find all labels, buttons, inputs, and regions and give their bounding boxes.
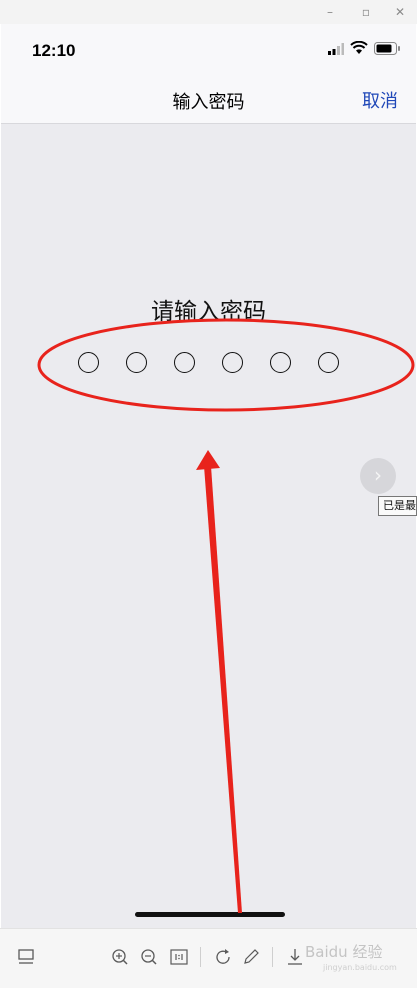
viewer-toolbar: Baidu 经验 jingyan.baidu.com xyxy=(0,928,417,988)
password-dots[interactable] xyxy=(78,352,341,374)
password-prompt: 请输入密码 xyxy=(151,299,266,325)
home-indicator[interactable] xyxy=(135,912,285,917)
phone-screen: 12:10 输入密码 取消 请输入密码 xyxy=(1,24,416,928)
rotate-icon[interactable] xyxy=(212,946,234,968)
next-image-button[interactable]: › xyxy=(360,458,396,494)
download-icon[interactable] xyxy=(284,946,306,968)
password-dot-6 xyxy=(318,352,339,373)
window-titlebar: – ▫ ✕ xyxy=(0,0,417,24)
tooltip: 已是最后一张 xyxy=(378,496,417,516)
signal-icon xyxy=(328,43,344,55)
toolbar-divider xyxy=(272,947,273,967)
watermark-text: Baidu 经验 xyxy=(305,943,383,961)
password-dot-2 xyxy=(126,352,147,373)
nav-bar: 输入密码 取消 xyxy=(1,74,416,124)
page-title: 输入密码 xyxy=(172,92,245,113)
battery-icon xyxy=(374,42,400,55)
edit-pencil-icon[interactable] xyxy=(240,946,262,968)
password-dot-3 xyxy=(174,352,195,373)
thumbnail-icon[interactable] xyxy=(15,946,37,968)
password-dot-4 xyxy=(222,352,243,373)
status-time: 12:10 xyxy=(32,41,76,60)
close-icon[interactable]: ✕ xyxy=(392,4,408,20)
zoom-out-icon[interactable] xyxy=(138,946,160,968)
zoom-in-icon[interactable] xyxy=(109,946,131,968)
maximize-icon[interactable]: ▫ xyxy=(358,4,374,20)
password-dot-5 xyxy=(270,352,291,373)
toolbar-divider xyxy=(200,947,201,967)
status-bar: 12:10 xyxy=(1,24,416,74)
minimize-icon[interactable]: – xyxy=(322,4,338,20)
actual-size-icon[interactable] xyxy=(168,946,190,968)
cancel-button[interactable]: 取消 xyxy=(362,87,398,113)
watermark: Baidu 经验 jingyan.baidu.com xyxy=(305,941,415,977)
wifi-icon xyxy=(350,41,368,54)
password-dot-1 xyxy=(78,352,99,373)
watermark-sub: jingyan.baidu.com xyxy=(323,963,397,972)
